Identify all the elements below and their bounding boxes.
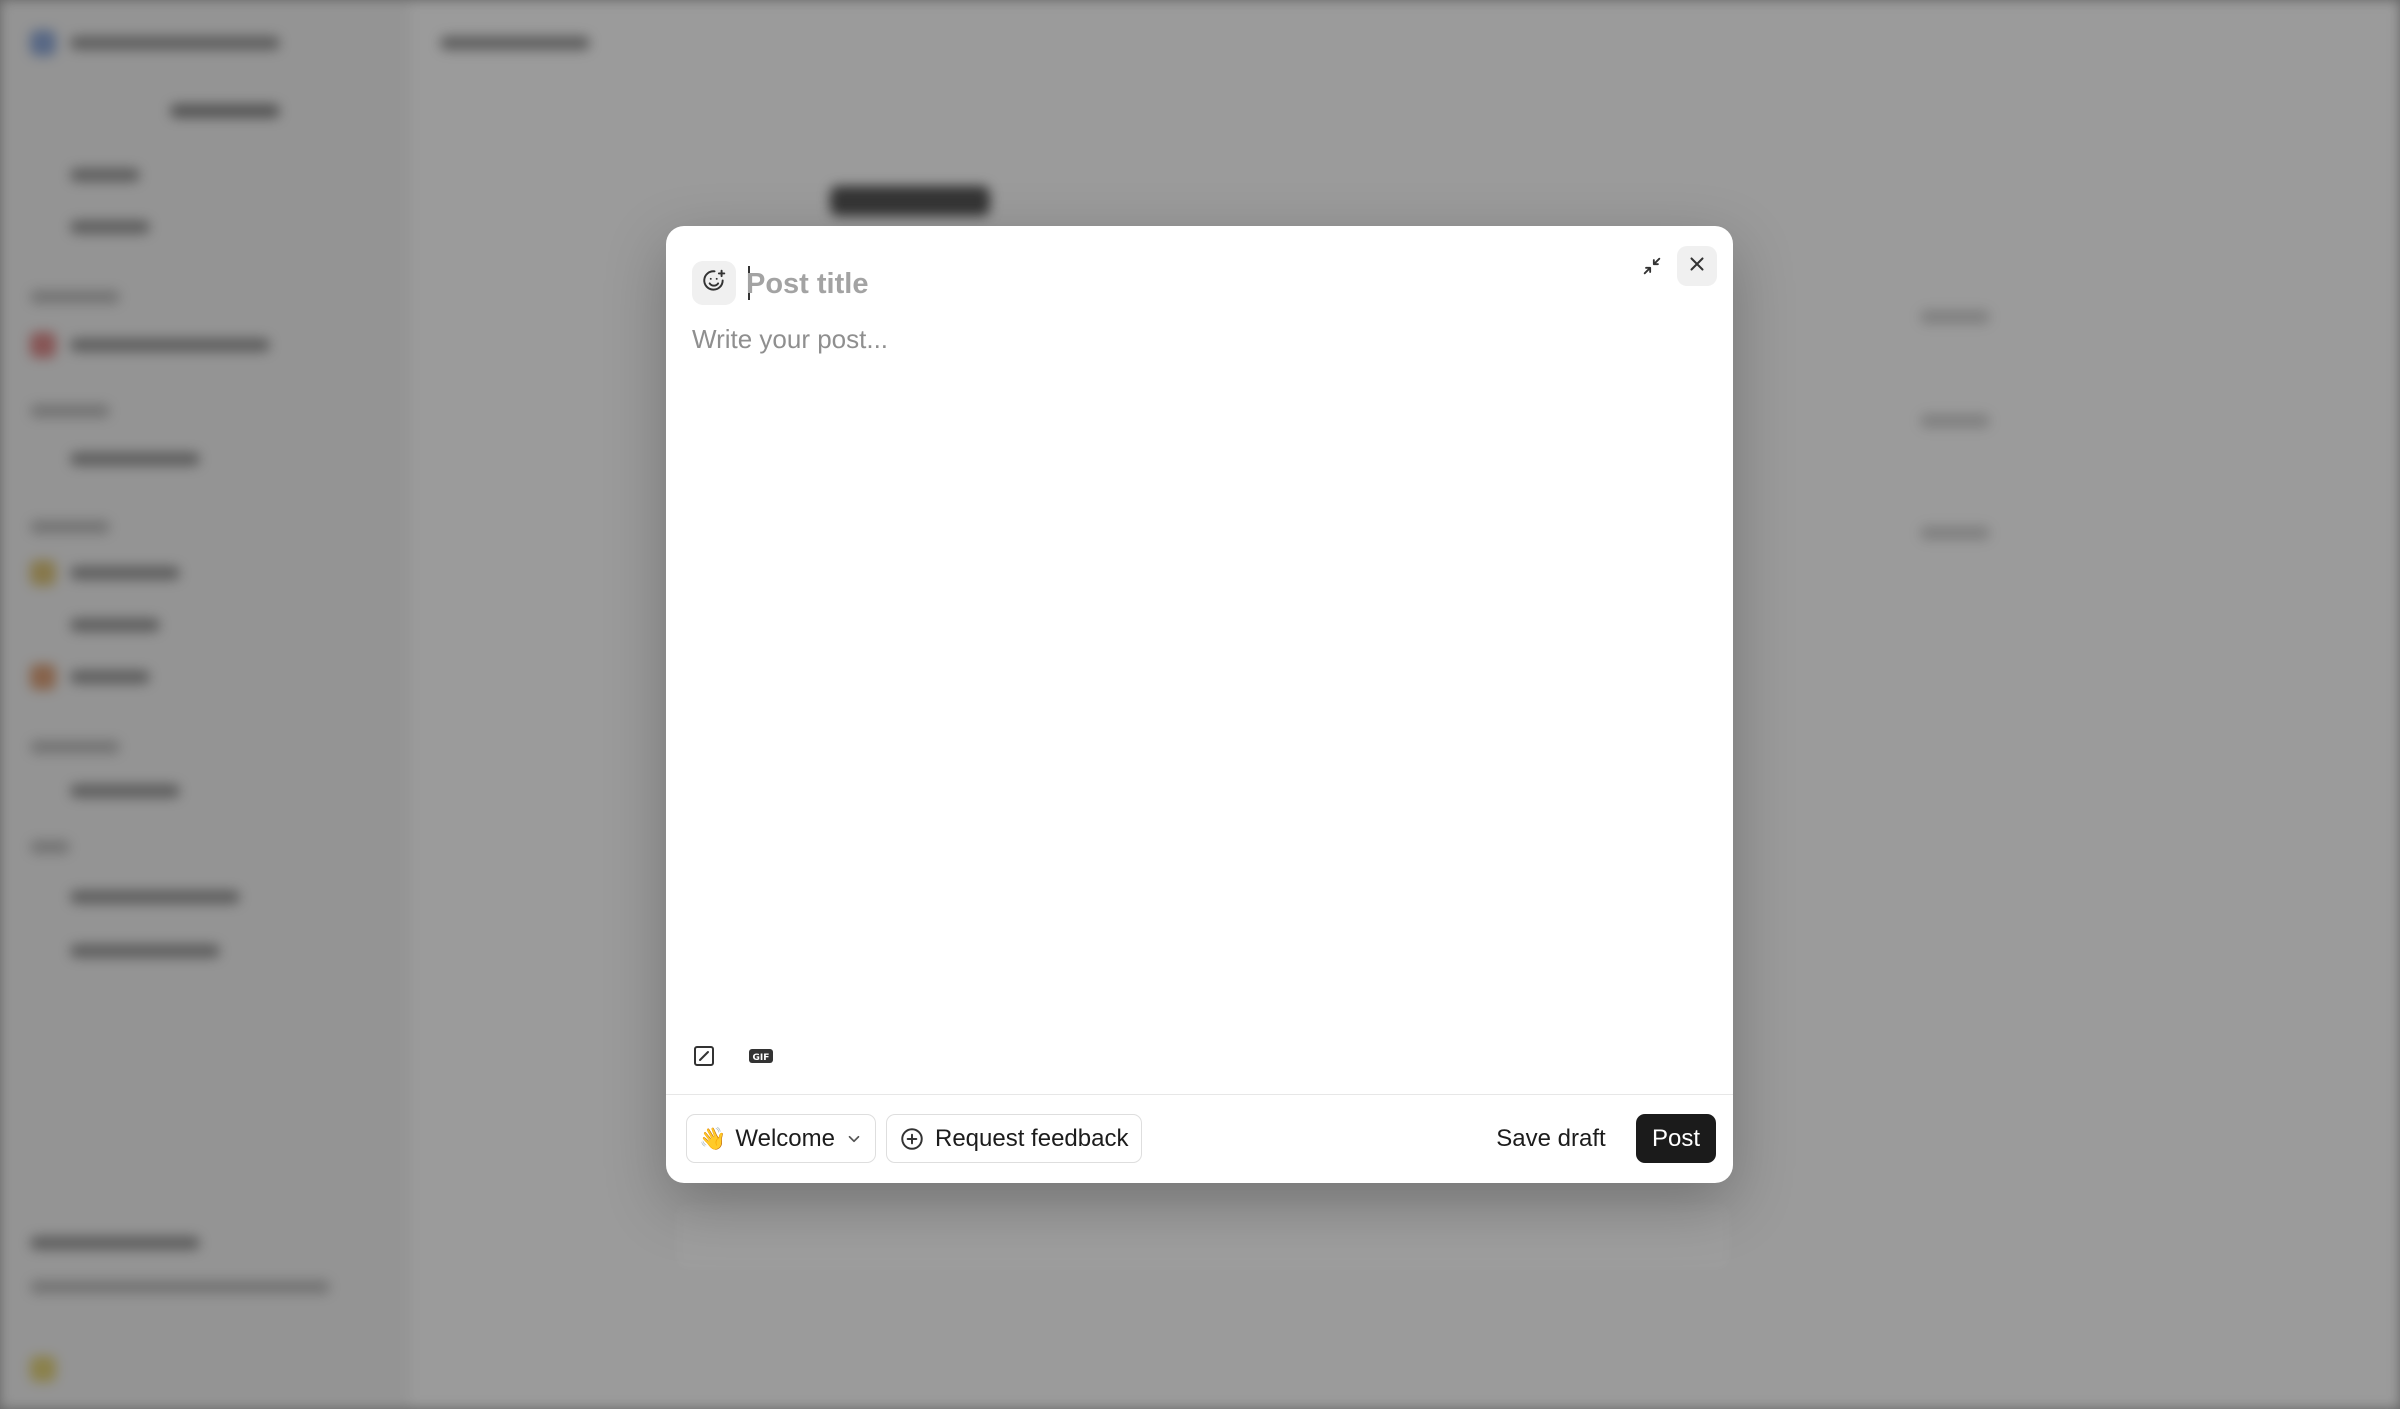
minimize-button[interactable]: [1632, 248, 1672, 288]
minimize-icon: [1641, 255, 1663, 282]
save-draft-button[interactable]: Save draft: [1486, 1114, 1616, 1163]
gif-icon: GIF: [748, 1046, 774, 1071]
add-emoji-button[interactable]: [692, 261, 736, 305]
post-composer-dialog: GIF 👋 Welcome Request feedback Save draf…: [666, 226, 1733, 1183]
footer-divider: [666, 1094, 1733, 1095]
add-gif-button[interactable]: GIF: [744, 1041, 778, 1075]
close-icon: [1686, 253, 1708, 280]
tag-label: Welcome: [735, 1124, 835, 1152]
post-button[interactable]: Post: [1636, 1114, 1716, 1163]
svg-text:GIF: GIF: [753, 1053, 770, 1063]
plus-circle-icon: [899, 1126, 925, 1152]
image-upload-icon: [692, 1044, 716, 1073]
close-button[interactable]: [1677, 246, 1717, 286]
add-emoji-icon: [701, 268, 727, 299]
tag-select[interactable]: 👋 Welcome: [686, 1114, 876, 1163]
chevron-down-icon: [845, 1130, 863, 1148]
add-media-button[interactable]: [687, 1041, 721, 1075]
request-feedback-button[interactable]: Request feedback: [886, 1114, 1142, 1163]
tag-emoji: 👋: [699, 1125, 727, 1151]
post-title-input[interactable]: [746, 256, 1566, 312]
post-body-input[interactable]: [692, 322, 1702, 1022]
request-feedback-label: Request feedback: [935, 1124, 1129, 1152]
